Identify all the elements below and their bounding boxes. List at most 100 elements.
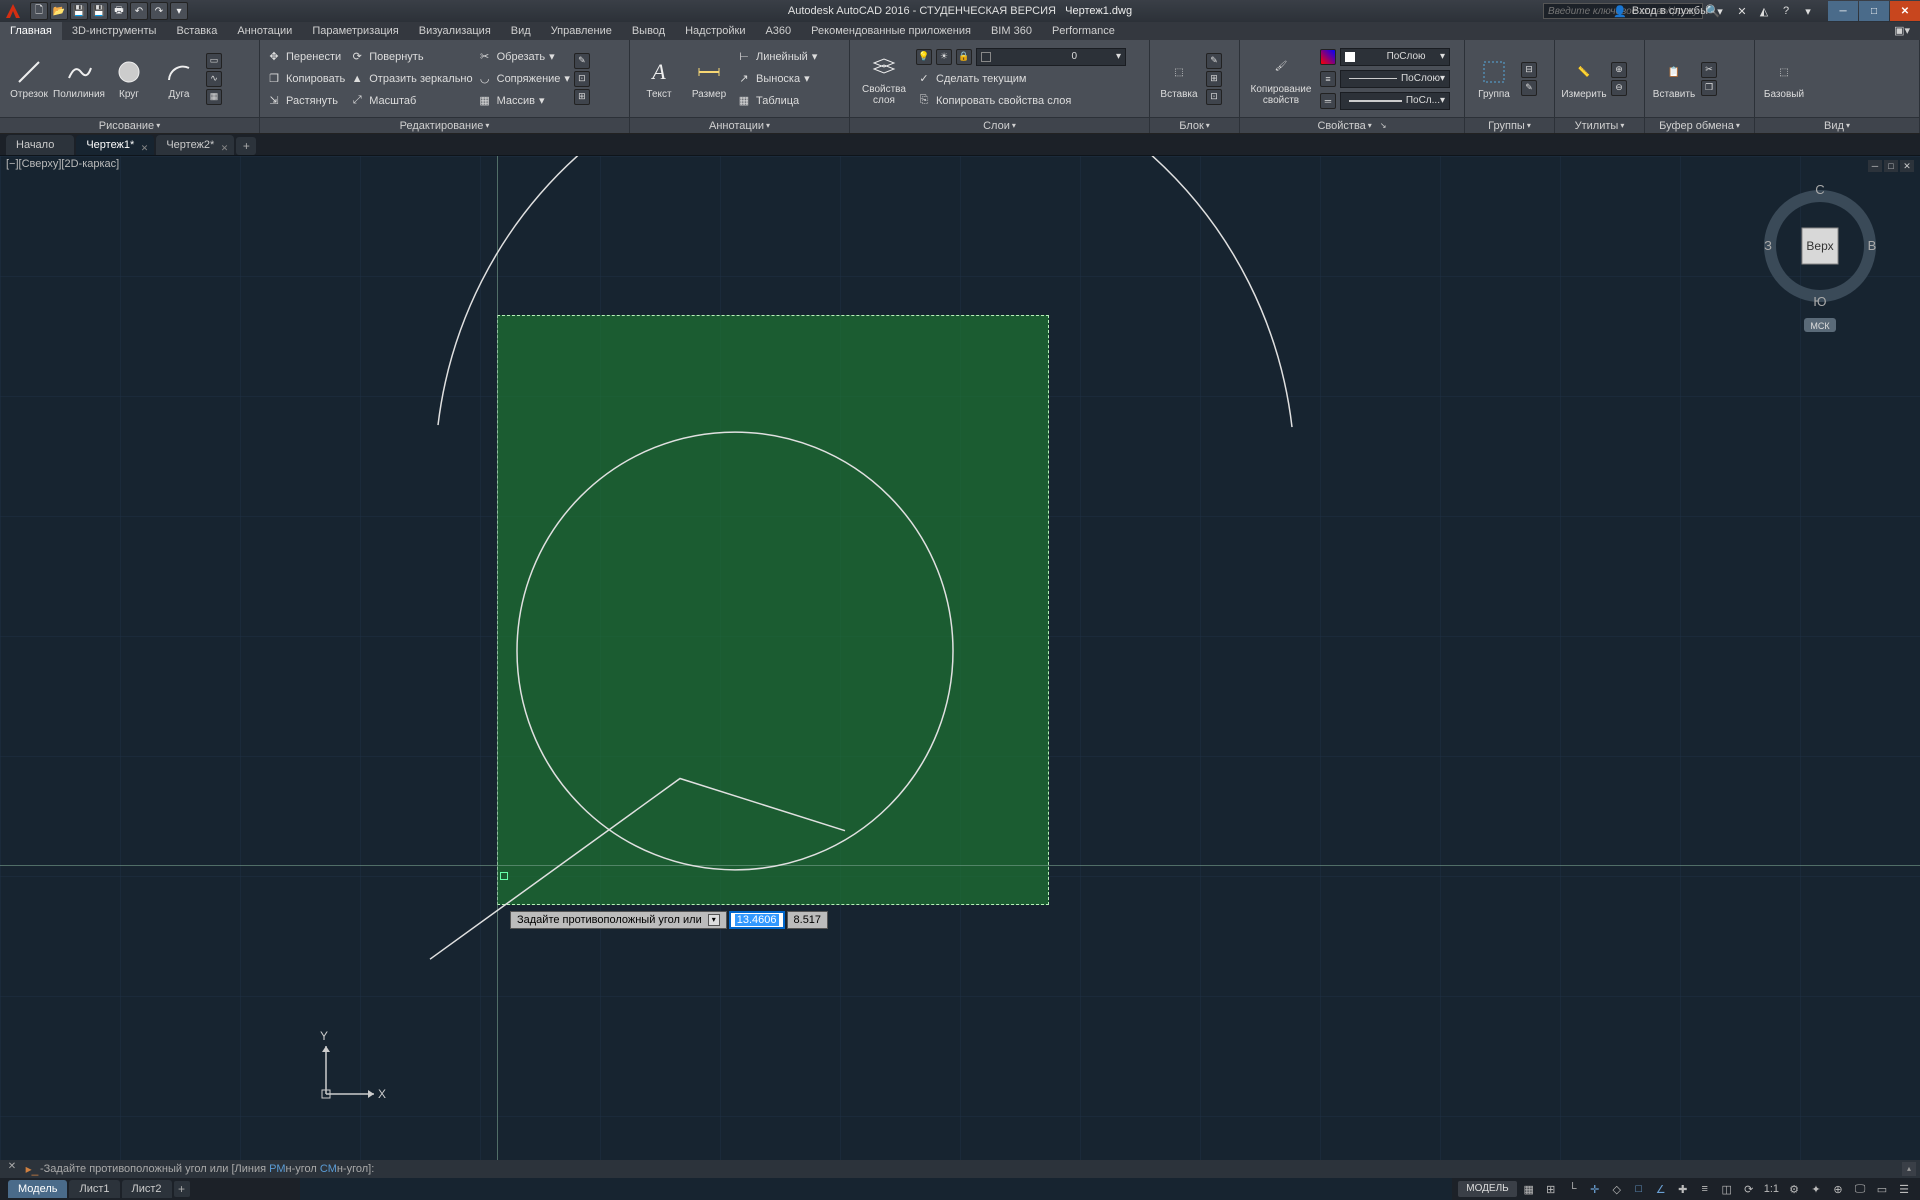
lineweight-icon[interactable]: ═ <box>1320 93 1336 109</box>
help-dd-icon[interactable]: ▾ <box>1798 2 1818 20</box>
dyn-input-x[interactable]: 13.4606 <box>729 911 785 929</box>
layer-dropdown[interactable]: 0▾ <box>976 48 1126 66</box>
arc-tool[interactable]: Дуга <box>156 57 202 100</box>
dyn-options-icon[interactable]: ▾ <box>708 914 720 926</box>
copy-tool[interactable]: ❐Копировать <box>266 70 345 88</box>
util-1-icon[interactable]: ⊕ <box>1611 62 1627 78</box>
measure-tool[interactable]: 📏Измерить <box>1561 57 1607 100</box>
group-edit-icon[interactable]: ✎ <box>1521 80 1537 96</box>
new-icon[interactable]: 🗋 <box>30 2 48 20</box>
lineweight-dropdown[interactable]: ПоСл...▾ <box>1340 92 1450 110</box>
drawing-area[interactable]: [−][Сверху][2D-каркас] ─ □ ✕ X Y <box>0 156 1920 1160</box>
close-button[interactable]: ✕ <box>1890 1 1920 21</box>
status-ratio[interactable]: 1:1 <box>1761 1180 1782 1198</box>
viewport-label[interactable]: [−][Сверху][2D-каркас] <box>6 158 119 170</box>
saveas-icon[interactable]: 💾 <box>90 2 108 20</box>
status-gear-icon[interactable]: ⚙ <box>1784 1180 1804 1198</box>
trim-tool[interactable]: ✂Обрезать▾ <box>477 48 570 66</box>
rect-icon[interactable]: ▭ <box>206 53 222 69</box>
block-edit-icon[interactable]: ✎ <box>1206 53 1222 69</box>
tab-insert[interactable]: Вставка <box>166 22 227 40</box>
panel-groups-expand-icon[interactable]: ▾ <box>1527 121 1531 130</box>
status-dyn-icon[interactable]: ✚ <box>1673 1180 1693 1198</box>
tab-view[interactable]: Вид <box>501 22 541 40</box>
panel-edit-expand-icon[interactable]: ▾ <box>485 121 489 130</box>
move-tool[interactable]: ✥Перенести <box>266 48 345 66</box>
edit-pl2-icon[interactable]: ⊡ <box>574 71 590 87</box>
viewcube[interactable]: Верх С Ю З В МСК <box>1760 176 1880 336</box>
maximize-button[interactable]: □ <box>1859 1 1889 21</box>
dim-tool[interactable]: Размер <box>686 57 732 100</box>
cmd-close-icon[interactable]: ✕ <box>4 1161 20 1177</box>
layout-sheet1[interactable]: Лист1 <box>69 1180 119 1198</box>
tab-close-icon[interactable]: ✕ <box>221 138 229 158</box>
stretch-tool[interactable]: ⇲Растянуть <box>266 92 345 110</box>
tab-manage[interactable]: Управление <box>541 22 622 40</box>
vp-max-icon[interactable]: □ <box>1884 160 1898 172</box>
tab-home[interactable]: Главная <box>0 22 62 40</box>
status-ortho-icon[interactable]: └ <box>1563 1180 1583 1198</box>
tab-a360[interactable]: A360 <box>755 22 801 40</box>
mirror-tool[interactable]: ▲Отразить зеркально <box>349 70 472 88</box>
undo-icon[interactable]: ↶ <box>130 2 148 20</box>
util-2-icon[interactable]: ⊖ <box>1611 80 1627 96</box>
tab-new-button[interactable]: + <box>236 137 256 155</box>
panel-utils-expand-icon[interactable]: ▾ <box>1620 121 1624 130</box>
tab-close-icon[interactable]: ✕ <box>141 138 149 158</box>
tab-start[interactable]: Начало <box>6 135 74 155</box>
panel-props-launcher-icon[interactable]: ↘ <box>1380 121 1387 130</box>
status-lw-icon[interactable]: ≡ <box>1695 1180 1715 1198</box>
text-tool[interactable]: AТекст <box>636 57 682 100</box>
status-model[interactable]: МОДЕЛЬ <box>1458 1181 1516 1197</box>
circle-tool[interactable]: Круг <box>106 57 152 100</box>
tab-drawing1[interactable]: Чертеж1*✕ <box>76 135 154 155</box>
panel-draw-expand-icon[interactable]: ▾ <box>156 121 160 130</box>
panel-props-expand-icon[interactable]: ▾ <box>1368 121 1372 130</box>
cmd-history-icon[interactable]: ▴ <box>1902 1162 1916 1176</box>
lock-icon[interactable]: 🔒 <box>956 49 972 65</box>
status-trans-icon[interactable]: ◫ <box>1717 1180 1737 1198</box>
line-tool[interactable]: Отрезок <box>6 57 52 100</box>
vp-min-icon[interactable]: ─ <box>1868 160 1882 172</box>
array-tool[interactable]: ▦Массив▾ <box>477 92 570 110</box>
group-tool[interactable]: Группа <box>1471 57 1517 100</box>
tab-bim360[interactable]: BIM 360 <box>981 22 1042 40</box>
minimize-button[interactable]: ─ <box>1828 1 1858 21</box>
status-ws-icon[interactable]: ⊕ <box>1828 1180 1848 1198</box>
save-icon[interactable]: 💾 <box>70 2 88 20</box>
panel-annot-expand-icon[interactable]: ▾ <box>766 121 770 130</box>
base-view-tool[interactable]: ⬚Базовый <box>1761 57 1807 100</box>
qat-dropdown-icon[interactable]: ▾ <box>170 2 188 20</box>
dyn-input-y[interactable]: 8.517 <box>787 911 829 929</box>
exchange-icon[interactable]: ✕ <box>1732 2 1752 20</box>
status-grid-icon[interactable]: ▦ <box>1519 1180 1539 1198</box>
linetype-icon[interactable]: ≡ <box>1320 71 1336 87</box>
layer-props-tool[interactable]: Свойства слоя <box>856 52 912 106</box>
redo-icon[interactable]: ↷ <box>150 2 168 20</box>
rotate-tool[interactable]: ⟳Повернуть <box>349 48 472 66</box>
tab-annot[interactable]: Аннотации <box>227 22 302 40</box>
status-clean-icon[interactable]: ▭ <box>1872 1180 1892 1198</box>
status-custom-icon[interactable]: ☰ <box>1894 1180 1914 1198</box>
sun-icon[interactable]: ☀ <box>936 49 952 65</box>
login-dd-icon[interactable]: ▾ <box>1710 2 1730 20</box>
edit-pl1-icon[interactable]: ✎ <box>574 53 590 69</box>
bulb-icon[interactable]: 💡 <box>916 49 932 65</box>
status-polar-icon[interactable]: ✛ <box>1585 1180 1605 1198</box>
block-create-icon[interactable]: ⊞ <box>1206 71 1222 87</box>
panel-layers-expand-icon[interactable]: ▾ <box>1012 121 1016 130</box>
tab-output[interactable]: Вывод <box>622 22 675 40</box>
table-tool[interactable]: ▦Таблица <box>736 92 817 110</box>
app-logo-icon[interactable] <box>2 0 24 22</box>
ungroup-icon[interactable]: ⊟ <box>1521 62 1537 78</box>
tab-vis[interactable]: Визуализация <box>409 22 501 40</box>
open-icon[interactable]: 📂 <box>50 2 68 20</box>
user-icon[interactable]: 👤 <box>1610 2 1630 20</box>
insert-block-tool[interactable]: ⬚Вставка <box>1156 57 1202 100</box>
ribbon-minimize-icon[interactable]: ▣▾ <box>1884 22 1920 40</box>
status-ann-icon[interactable]: ✦ <box>1806 1180 1826 1198</box>
fillet-tool[interactable]: ◡Сопряжение▾ <box>477 70 570 88</box>
layout-model[interactable]: Модель <box>8 1180 67 1198</box>
panel-view-expand-icon[interactable]: ▾ <box>1846 121 1850 130</box>
plot-icon[interactable]: 🖶 <box>110 2 128 20</box>
